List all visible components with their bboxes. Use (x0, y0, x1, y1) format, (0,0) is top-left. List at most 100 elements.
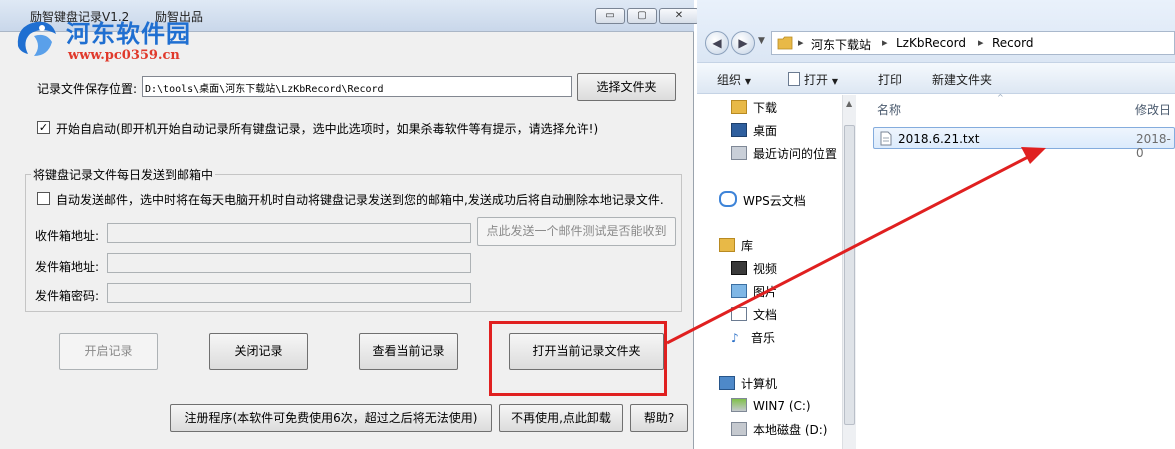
nav-item-videos[interactable]: 视频 (731, 260, 777, 277)
nav-label: WIN7 (C:) (753, 399, 811, 413)
stop-record-button[interactable]: 关闭记录 (209, 333, 308, 370)
nav-label: 文档 (753, 308, 778, 322)
library-icon (719, 238, 735, 252)
keylogger-window: 励智键盘记录V1.2 励智出品 ▭ ▢ ✕ 河东软件园 www.pc0359.c… (0, 0, 699, 449)
nav-label: 下载 (753, 101, 778, 115)
chevron-down-icon: ▼ (744, 77, 751, 86)
receive-address-input[interactable] (107, 223, 471, 243)
breadcrumb-sep-icon: ▸ (978, 36, 984, 49)
column-header-name[interactable]: 名称 (877, 101, 901, 118)
sort-arrow-icon: ^ (997, 93, 1004, 102)
scroll-up-icon[interactable]: ▲ (846, 99, 852, 108)
picture-icon (731, 284, 747, 298)
nav-item-drive-c[interactable]: WIN7 (C:) (731, 398, 811, 413)
breadcrumb-sep-icon: ▸ (882, 36, 888, 49)
watermark-logo-icon (17, 21, 56, 56)
auto-send-checkbox[interactable] (37, 192, 50, 205)
music-note-icon: ♪ (731, 331, 739, 345)
nav-item-libraries[interactable]: 库 (719, 237, 753, 254)
nav-item-desktop[interactable]: 桌面 (731, 122, 777, 139)
folder-icon (777, 36, 793, 50)
column-header-modified[interactable]: 修改日 (1135, 101, 1171, 118)
disk-drive-icon (731, 422, 747, 436)
forward-arrow-icon[interactable]: ▶ (731, 31, 755, 55)
send-address-label: 发件箱地址: (35, 260, 100, 274)
nav-label: 图片 (753, 285, 778, 299)
recent-places-icon (731, 146, 747, 160)
back-arrow-icon[interactable]: ◀ (705, 31, 729, 55)
minimize-button[interactable]: ▭ (595, 8, 625, 24)
history-dropdown-icon[interactable]: ▼ (758, 36, 765, 46)
autostart-checkbox[interactable]: ✓ (37, 121, 50, 134)
auto-send-label: 自动发送邮件，选中时将在每天电脑开机时自动将键盘记录发送到您的邮箱中,发送成功后… (56, 193, 664, 207)
uninstall-button[interactable]: 不再使用,点此卸载 (499, 404, 623, 432)
system-drive-icon (731, 398, 747, 412)
nav-label: 最近访问的位置 (753, 147, 838, 161)
watermark-url: www.pc0359.cn (68, 48, 180, 63)
nav-item-pictures[interactable]: 图片 (731, 283, 777, 300)
send-test-mail-button[interactable]: 点此发送一个邮件测试是否能收到 (477, 217, 676, 246)
open-menu[interactable]: 打开 ▼ (788, 71, 838, 88)
document-icon (731, 307, 747, 321)
address-area: ◀ ▶ ▼ ▸ 河东下载站 ▸ LzKbRecord ▸ Record (697, 0, 1175, 62)
register-button[interactable]: 注册程序(本软件可免费使用6次，超过之后将无法使用) (170, 404, 492, 432)
send-password-label: 发件箱密码: (35, 289, 100, 303)
nav-label: 本地磁盘 (D:) (753, 423, 828, 437)
file-row[interactable]: 2018.6.21.txt 2018-0 (873, 127, 1175, 160)
navigation-pane: 下载 桌面 最近访问的位置 WPS云文档 库 视频 图片 文档 ♪ 音乐 计算机 … (697, 95, 842, 449)
explorer-window: ◀ ▶ ▼ ▸ 河东下载站 ▸ LzKbRecord ▸ Record 组织 ▼… (697, 0, 1175, 449)
text-file-icon (880, 131, 892, 146)
nav-label: 库 (741, 239, 754, 253)
view-record-button[interactable]: 查看当前记录 (359, 333, 458, 370)
email-group-title: 将键盘记录文件每日发送到邮箱中 (31, 166, 216, 183)
maximize-button[interactable]: ▢ (627, 8, 657, 24)
downloads-folder-icon (731, 100, 747, 114)
nav-item-downloads[interactable]: 下载 (731, 99, 777, 116)
computer-icon (719, 376, 735, 390)
receive-address-label: 收件箱地址: (35, 229, 100, 243)
scroll-thumb[interactable] (844, 125, 855, 425)
file-name: 2018.6.21.txt (898, 132, 980, 146)
start-record-button[interactable]: 开启记录 (59, 333, 158, 370)
breadcrumb-sep-icon: ▸ (798, 36, 804, 49)
nav-label: 视频 (753, 262, 778, 276)
print-button[interactable]: 打印 (878, 71, 902, 88)
highlight-box (489, 321, 667, 396)
organize-menu[interactable]: 组织 ▼ (717, 71, 751, 88)
video-icon (731, 261, 747, 275)
navigation-scrollbar[interactable]: ▲ (842, 95, 856, 449)
nav-item-wps-cloud[interactable]: WPS云文档 (719, 191, 806, 209)
watermark: 河东软件园 www.pc0359.cn (6, 2, 206, 72)
chevron-down-icon: ▼ (831, 77, 838, 86)
breadcrumb-item[interactable]: 河东下载站 (811, 36, 871, 53)
send-address-input[interactable] (107, 253, 471, 273)
address-bar[interactable]: ▸ 河东下载站 ▸ LzKbRecord ▸ Record (771, 31, 1175, 55)
document-icon (788, 72, 800, 86)
nav-item-music[interactable]: ♪ 音乐 (731, 329, 775, 346)
organize-label: 组织 (717, 73, 742, 87)
nav-item-drive-d[interactable]: 本地磁盘 (D:) (731, 421, 827, 438)
command-bar: 组织 ▼ 打开 ▼ 打印 新建文件夹 (697, 62, 1175, 94)
save-path-input[interactable]: D:\tools\桌面\河东下载站\LzKbRecord\Record (142, 76, 572, 97)
autostart-label: 开始自启动(即开机开始自动记录所有键盘记录，选中此选项时，如果杀毒软件等有提示，… (56, 122, 599, 136)
help-button[interactable]: 帮助? (630, 404, 688, 432)
nav-item-computer[interactable]: 计算机 (719, 375, 777, 392)
breadcrumb-item[interactable]: LzKbRecord (896, 36, 966, 50)
new-folder-button[interactable]: 新建文件夹 (932, 71, 992, 88)
file-list: 名称 ^ 修改日 2018.6.21.txt 2018-0 (857, 93, 1175, 449)
send-password-input[interactable] (107, 283, 471, 303)
desktop-icon (731, 123, 747, 137)
file-date: 2018-0 (1136, 132, 1171, 160)
choose-folder-button[interactable]: 选择文件夹 (577, 73, 676, 101)
nav-label: WPS云文档 (743, 194, 806, 208)
nav-label: 计算机 (741, 377, 778, 391)
nav-item-recent[interactable]: 最近访问的位置 (731, 145, 837, 162)
save-location-label: 记录文件保存位置: (37, 82, 138, 96)
cloud-icon (719, 191, 737, 207)
breadcrumb-item[interactable]: Record (992, 36, 1033, 50)
nav-label: 音乐 (751, 331, 776, 345)
close-button[interactable]: ✕ (659, 8, 699, 24)
nav-label: 桌面 (753, 124, 778, 138)
nav-item-documents[interactable]: 文档 (731, 306, 777, 323)
open-label: 打开 (804, 73, 829, 87)
